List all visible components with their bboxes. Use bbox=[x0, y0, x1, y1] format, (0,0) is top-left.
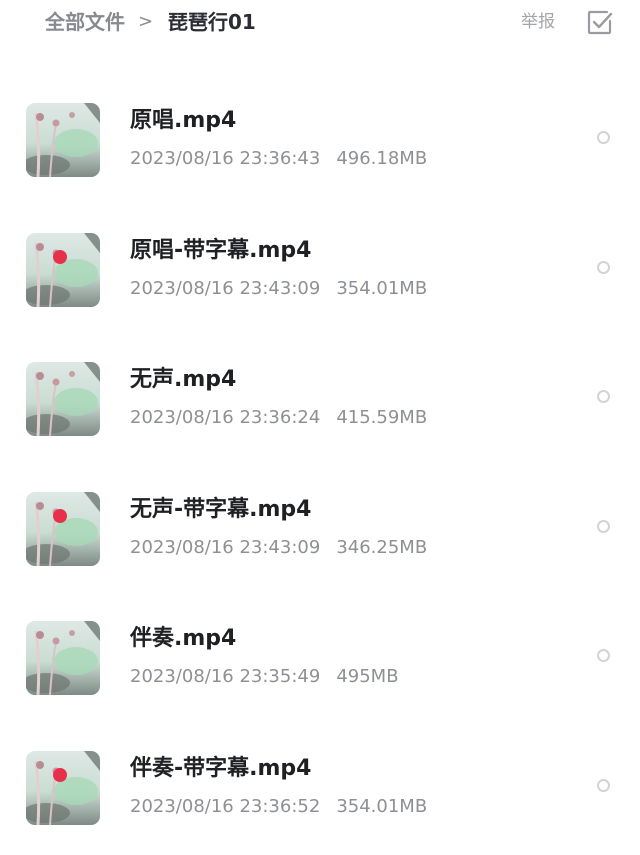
video-thumbnail bbox=[26, 103, 100, 177]
select-radio[interactable] bbox=[597, 519, 610, 533]
file-size: 346.25MB bbox=[336, 536, 428, 558]
video-thumbnail bbox=[26, 232, 100, 307]
video-thumbnail bbox=[26, 750, 100, 825]
file-name: 原唱.mp4 bbox=[130, 108, 237, 133]
top-bar: 全部文件 > 琵琶行01 举报 bbox=[0, 0, 640, 46]
file-name: 无声-带字幕.mp4 bbox=[130, 496, 312, 522]
file-row[interactable]: 原唱-带字幕.mp4 2023/08/16 23:43:09 354.01MB bbox=[0, 175, 640, 307]
file-meta: 2023/08/16 23:36:43 496.18MB bbox=[130, 146, 427, 172]
file-datetime: 2023/08/16 23:36:52 bbox=[130, 795, 321, 817]
file-size: 354.01MB bbox=[336, 277, 428, 299]
file-row[interactable]: 伴奏-带字幕.mp4 2023/08/16 23:36:52 354.01MB bbox=[0, 693, 640, 825]
file-size: 495MB bbox=[336, 666, 399, 687]
file-meta: 2023/08/16 23:36:52 354.01MB bbox=[130, 794, 427, 820]
file-meta: 2023/08/16 23:43:09 354.01MB bbox=[130, 276, 427, 302]
file-datetime: 2023/08/16 23:36:43 bbox=[130, 148, 321, 169]
file-row[interactable]: 原唱.mp4 2023/08/16 23:36:43 496.18MB bbox=[0, 45, 640, 177]
select-radio[interactable] bbox=[597, 778, 610, 792]
select-radio[interactable] bbox=[597, 649, 610, 662]
breadcrumb-root-link[interactable]: 全部文件 bbox=[45, 8, 125, 36]
file-size: 354.01MB bbox=[336, 795, 428, 817]
file-meta: 2023/08/16 23:35:49 495MB bbox=[130, 664, 399, 690]
file-name: 伴奏.mp4 bbox=[130, 626, 237, 651]
file-size: 496.18MB bbox=[336, 148, 428, 169]
report-button[interactable]: 举报 bbox=[521, 9, 555, 35]
file-name: 原唱-带字幕.mp4 bbox=[130, 237, 312, 263]
file-name: 伴奏-带字幕.mp4 bbox=[130, 755, 312, 781]
file-name: 无声.mp4 bbox=[130, 367, 237, 392]
file-meta: 2023/08/16 23:43:09 346.25MB bbox=[130, 535, 427, 561]
file-row[interactable]: 伴奏.mp4 2023/08/16 23:35:49 495MB bbox=[0, 563, 640, 695]
file-datetime: 2023/08/16 23:43:09 bbox=[130, 277, 321, 299]
select-radio[interactable] bbox=[597, 131, 610, 144]
file-datetime: 2023/08/16 23:43:09 bbox=[130, 536, 321, 558]
file-meta: 2023/08/16 23:36:24 415.59MB bbox=[130, 405, 427, 431]
file-datetime: 2023/08/16 23:35:49 bbox=[130, 666, 321, 687]
video-thumbnail bbox=[26, 491, 100, 566]
file-size: 415.59MB bbox=[336, 407, 428, 428]
file-datetime: 2023/08/16 23:36:24 bbox=[130, 407, 321, 428]
breadcrumb-current-folder: 琵琶行01 bbox=[168, 10, 256, 34]
video-thumbnail bbox=[26, 621, 100, 695]
video-thumbnail bbox=[26, 362, 100, 436]
checkbox-select-icon[interactable] bbox=[586, 9, 613, 36]
breadcrumb-separator: > bbox=[138, 11, 154, 32]
select-radio[interactable] bbox=[597, 260, 610, 274]
file-row[interactable]: 无声-带字幕.mp4 2023/08/16 23:43:09 346.25MB bbox=[0, 434, 640, 566]
select-radio[interactable] bbox=[597, 390, 610, 403]
file-row[interactable]: 无声.mp4 2023/08/16 23:36:24 415.59MB bbox=[0, 304, 640, 436]
